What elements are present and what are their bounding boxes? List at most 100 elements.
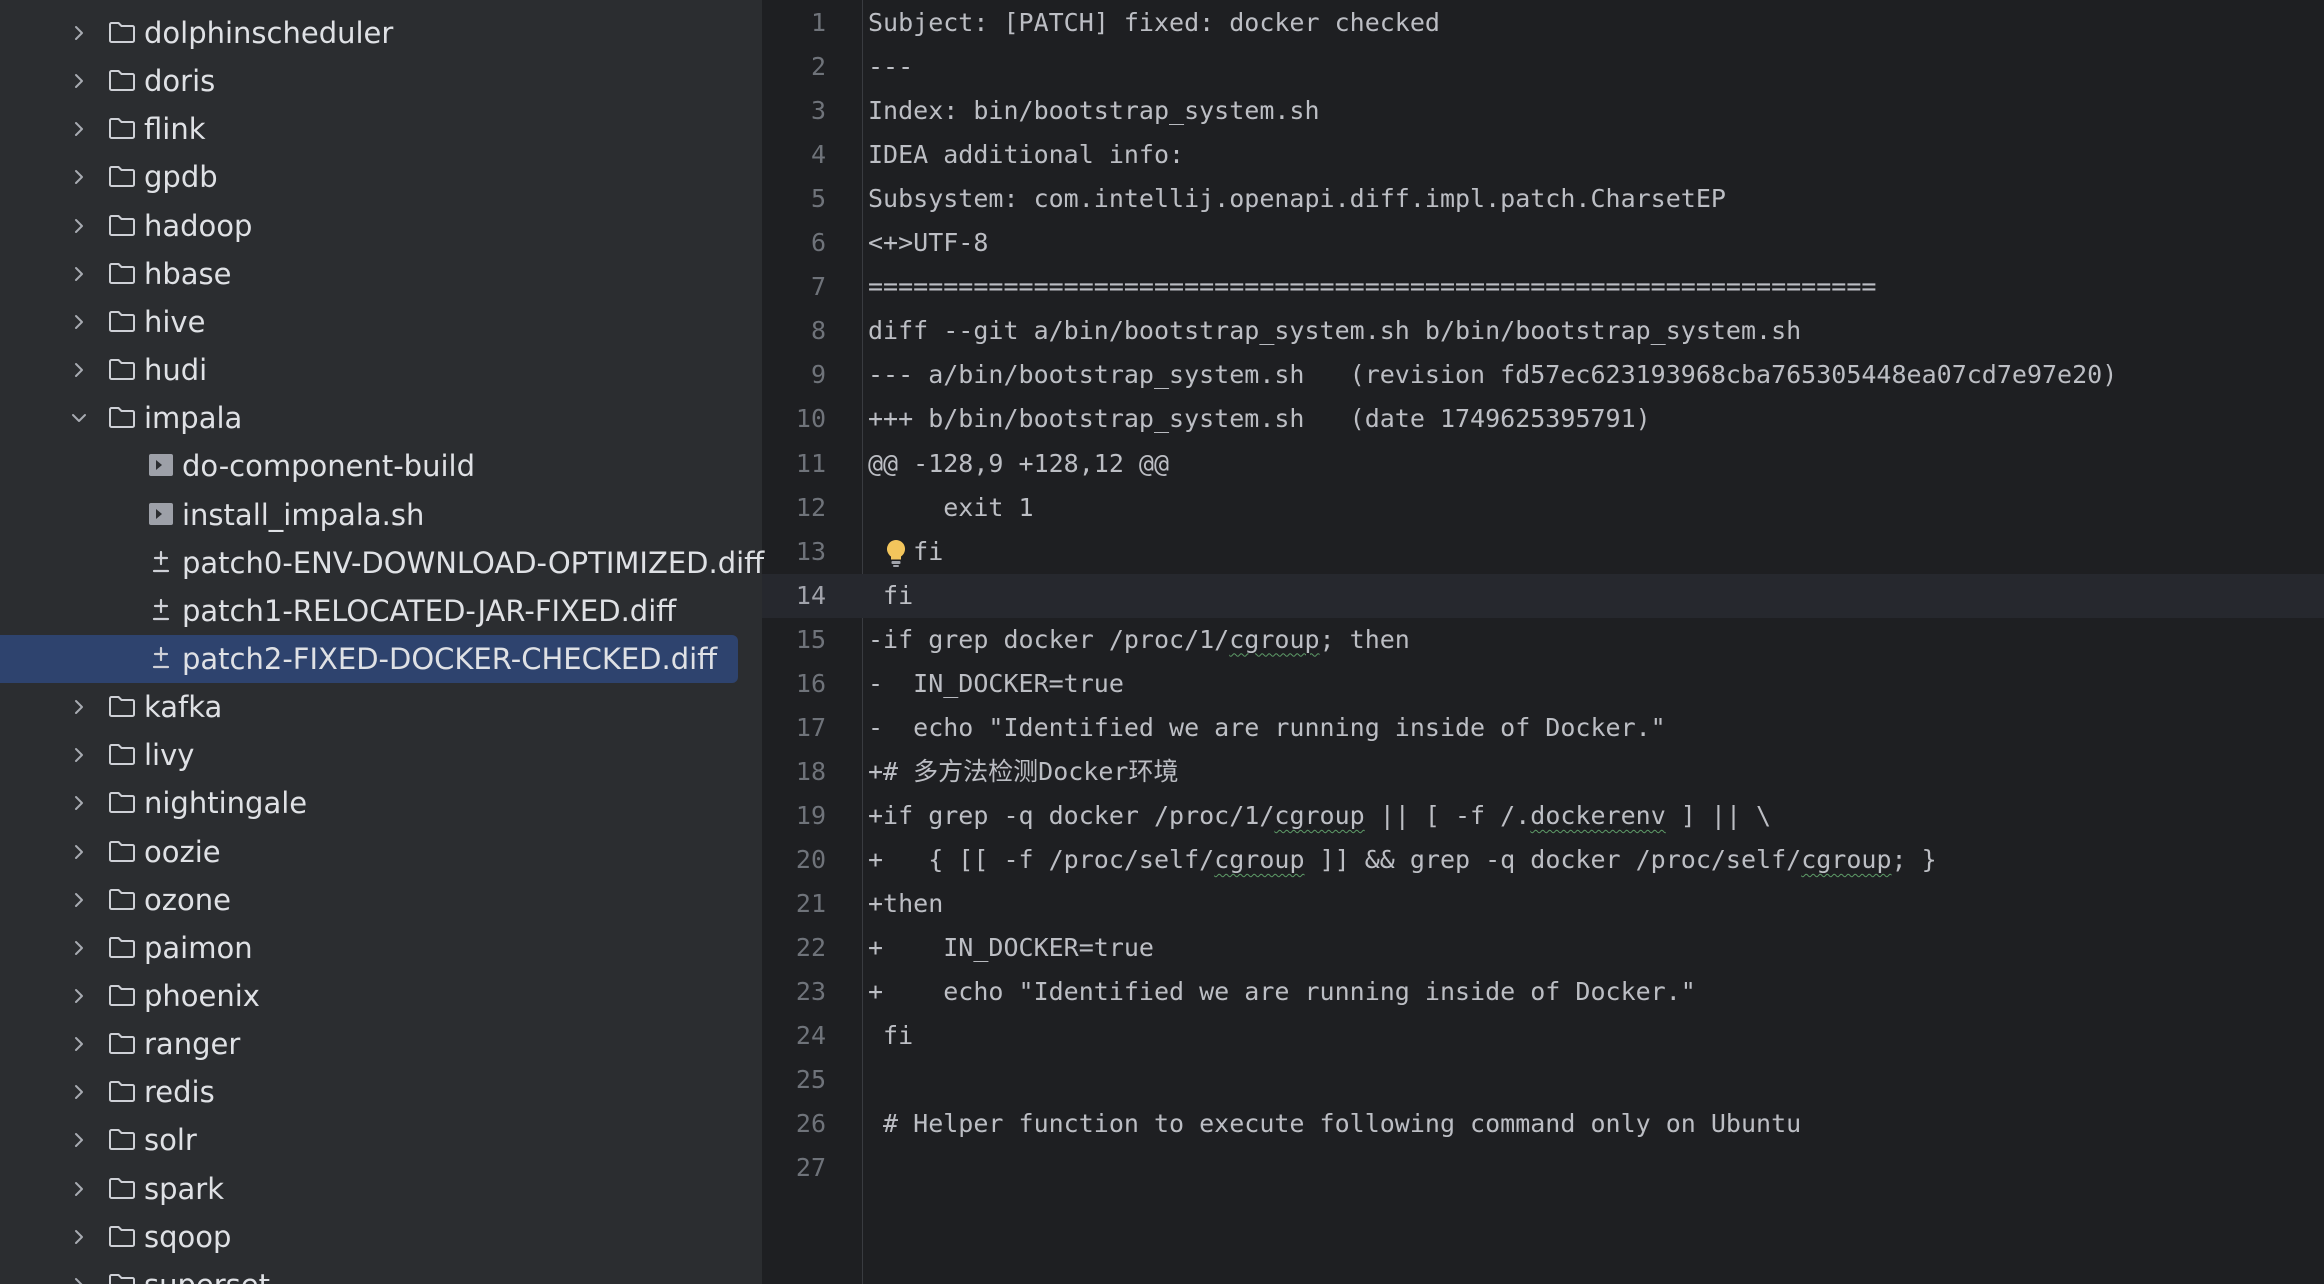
chevron-right-icon[interactable] xyxy=(66,742,92,768)
chevron-right-icon[interactable] xyxy=(66,983,92,1009)
tree-item-ranger[interactable]: ranger xyxy=(0,1020,738,1068)
tree-item-label: hive xyxy=(144,304,206,339)
code-line[interactable]: 15 -if grep docker /proc/1/cgroup; then xyxy=(762,618,2324,662)
tree-item-label: ozone xyxy=(144,882,231,917)
tree-item-dolphinscheduler[interactable]: dolphinscheduler xyxy=(0,9,738,57)
folder-icon xyxy=(107,354,137,384)
chevron-right-icon[interactable] xyxy=(66,213,92,239)
code-line[interactable]: 21 +then xyxy=(762,882,2324,926)
chevron-right-icon[interactable] xyxy=(66,164,92,190)
chevron-right-icon[interactable] xyxy=(66,309,92,335)
code-line[interactable]: 7 =======================================… xyxy=(762,265,2324,309)
chevron-down-icon[interactable] xyxy=(66,405,92,431)
code-line[interactable]: 4 IDEA additional info: xyxy=(762,133,2324,177)
chevron-right-icon[interactable] xyxy=(66,839,92,865)
folder-icon xyxy=(107,739,137,769)
tree-item-hbase[interactable]: hbase xyxy=(0,250,738,298)
code-text: +if grep -q docker /proc/1/cgroup || [ -… xyxy=(868,800,1772,830)
code-line[interactable]: 6 <+>UTF-8 xyxy=(762,221,2324,265)
code-line[interactable]: 10 +++ b/bin/bootstrap_system.sh (date 17… xyxy=(762,397,2324,441)
line-number: 14 xyxy=(795,580,826,610)
tree-item-hadoop[interactable]: hadoop xyxy=(0,202,738,250)
chevron-right-icon[interactable] xyxy=(66,1079,92,1105)
line-number: 9 xyxy=(810,360,826,390)
line-number: 13 xyxy=(795,536,826,566)
tree-item-solr[interactable]: solr xyxy=(0,1116,738,1164)
tree-item-spark[interactable]: spark xyxy=(0,1165,738,1213)
code-line[interactable]: 24 fi xyxy=(762,1014,2324,1058)
folder-icon xyxy=(107,1269,137,1284)
chevron-right-icon[interactable] xyxy=(66,935,92,961)
code-line[interactable]: 14 fi xyxy=(762,573,2324,618)
tree-item-doris[interactable]: doris xyxy=(0,57,738,105)
code-line[interactable]: 16 - IN_DOCKER=true xyxy=(762,662,2324,706)
code-line[interactable]: 5 Subsystem: com.intellij.openapi.diff.im… xyxy=(762,177,2324,221)
tree-item-flink[interactable]: flink xyxy=(0,105,738,153)
code-line[interactable]: 8 diff --git a/bin/bootstrap_system.sh b/… xyxy=(762,309,2324,353)
code-line[interactable]: 11 @@ -128,9 +128,12 @@ xyxy=(762,442,2324,486)
tree-item-patch0-env-download-optimized-diff[interactable]: patch0-ENV-DOWNLOAD-OPTIMIZED.diff xyxy=(0,539,764,587)
code-line[interactable]: 22 + IN_DOCKER=true xyxy=(762,926,2324,970)
line-number: 21 xyxy=(795,889,826,918)
code-line[interactable]: 3 Index: bin/bootstrap_system.sh xyxy=(762,89,2324,133)
code-text: --- xyxy=(868,52,914,82)
tree-item-label: patch0-ENV-DOWNLOAD-OPTIMIZED.diff xyxy=(182,545,765,580)
tree-item-sqoop[interactable]: sqoop xyxy=(0,1213,738,1261)
code-line[interactable]: 12 exit 1 xyxy=(762,486,2324,530)
tree-item-oozie[interactable]: oozie xyxy=(0,828,738,876)
code-line[interactable]: 13 fi xyxy=(762,530,2324,574)
tree-item-install-impala-sh[interactable]: install_impala.sh xyxy=(0,491,738,539)
folder-icon xyxy=(107,691,137,721)
tree-item-patch2-fixed-docker-checked-diff[interactable]: patch2-FIXED-DOCKER-CHECKED.diff xyxy=(0,634,738,683)
chevron-right-icon[interactable] xyxy=(66,887,92,913)
tree-item-hudi[interactable]: hudi xyxy=(0,346,738,394)
code-text: +++ b/bin/bootstrap_system.sh (date 1749… xyxy=(868,404,1651,434)
code-line[interactable]: 27 xyxy=(762,1146,2324,1190)
tree-item-redis[interactable]: redis xyxy=(0,1068,738,1116)
code-line[interactable]: 20 + { [[ -f /proc/self/cgroup ]] && grep… xyxy=(762,838,2324,882)
chevron-right-icon[interactable] xyxy=(66,20,92,46)
tree-item-do-component-build[interactable]: do-component-build xyxy=(0,442,738,490)
code-line[interactable]: 23 + echo "Identified we are running insi… xyxy=(762,970,2324,1014)
code-text: -if grep docker /proc/1/cgroup; then xyxy=(868,624,1410,654)
chevron-right-icon[interactable] xyxy=(66,357,92,383)
chevron-right-icon[interactable] xyxy=(66,1272,92,1284)
code-line[interactable]: 19 +if grep -q docker /proc/1/cgroup || [… xyxy=(762,794,2324,838)
code-text: - IN_DOCKER=true xyxy=(868,668,1124,698)
code-text: Index: bin/bootstrap_system.sh xyxy=(868,96,1320,126)
code-line[interactable]: 18 +# 多方法检测Docker环境 xyxy=(762,750,2324,794)
tree-item-ozone[interactable]: ozone xyxy=(0,876,738,924)
script-file-icon xyxy=(146,499,176,529)
chevron-right-icon[interactable] xyxy=(66,68,92,94)
tree-item-gpdb[interactable]: gpdb xyxy=(0,153,738,201)
chevron-right-icon[interactable] xyxy=(66,790,92,816)
code-text: + echo "Identified we are running inside… xyxy=(868,977,1696,1007)
folder-icon xyxy=(107,1028,137,1058)
tree-item-phoenix[interactable]: phoenix xyxy=(0,972,738,1020)
code-line[interactable]: 17 - echo "Identified we are running insi… xyxy=(762,706,2324,750)
tree-item-label: patch2-FIXED-DOCKER-CHECKED.diff xyxy=(182,641,718,676)
tree-item-nightingale[interactable]: nightingale xyxy=(0,779,738,827)
tree-item-kafka[interactable]: kafka xyxy=(0,683,738,731)
tree-item-impala[interactable]: impala xyxy=(0,394,738,442)
code-line[interactable]: 26 # Helper function to execute followin… xyxy=(762,1102,2324,1146)
line-number: 23 xyxy=(795,977,826,1007)
chevron-right-icon[interactable] xyxy=(66,1176,92,1202)
tree-item-superset[interactable]: superset xyxy=(0,1261,738,1284)
chevron-right-icon[interactable] xyxy=(66,1224,92,1250)
chevron-right-icon[interactable] xyxy=(66,1127,92,1153)
code-line[interactable]: 9 --- a/bin/bootstrap_system.sh (revision… xyxy=(762,353,2324,397)
chevron-right-icon[interactable] xyxy=(66,261,92,287)
code-line[interactable]: 1 Subject: [PATCH] fixed: docker checked xyxy=(762,1,2324,45)
chevron-right-icon[interactable] xyxy=(66,694,92,720)
diff-file-icon xyxy=(146,595,176,625)
tree-item-patch1-relocated-jar-fixed-diff[interactable]: patch1-RELOCATED-JAR-FIXED.diff xyxy=(0,587,738,635)
tree-item-paimon[interactable]: paimon xyxy=(0,924,738,972)
code-line[interactable]: 25 xyxy=(762,1058,2324,1102)
line-number: 20 xyxy=(795,844,826,874)
tree-item-hive[interactable]: hive xyxy=(0,298,738,346)
code-line[interactable]: 2 --- xyxy=(762,45,2324,89)
tree-item-livy[interactable]: livy xyxy=(0,731,738,779)
chevron-right-icon[interactable] xyxy=(66,1031,92,1057)
chevron-right-icon[interactable] xyxy=(66,116,92,142)
